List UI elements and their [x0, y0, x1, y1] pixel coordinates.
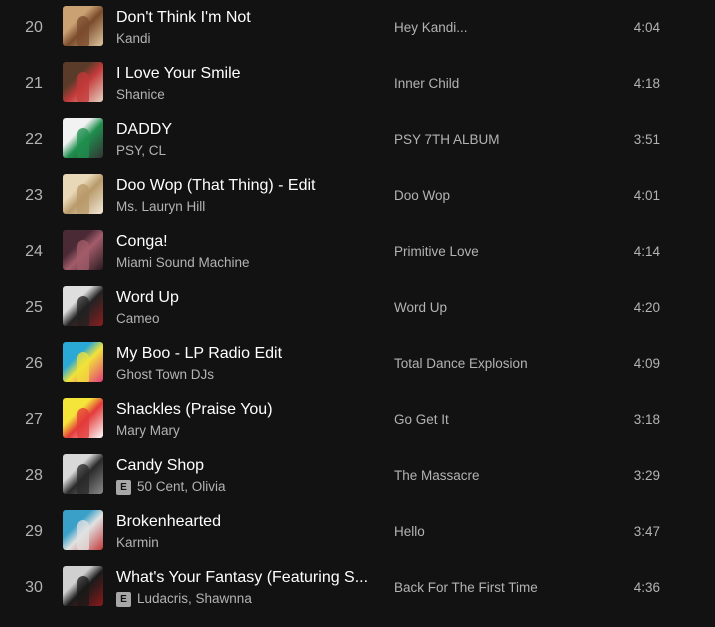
- track-album[interactable]: Go Get It: [394, 392, 594, 448]
- track-row[interactable]: 21 I Love Your Smile Shanice Inner Child 4:1…: [0, 62, 715, 118]
- track-artists: Karmin: [116, 533, 371, 553]
- album-cover-mary-mary: [63, 398, 103, 438]
- track-number: 24: [25, 243, 43, 260]
- track-album[interactable]: Total Dance Explosion: [394, 336, 594, 392]
- track-title[interactable]: Doo Wop (That Thing) - Edit: [116, 175, 371, 197]
- track-duration: 3:51: [633, 132, 660, 147]
- track-title[interactable]: Candy Shop: [116, 455, 371, 477]
- track-album[interactable]: Hey Kandi...: [394, 0, 594, 56]
- track-number: 29: [25, 523, 43, 540]
- track-row[interactable]: 24 Conga! Miami Sound Machine Primitive Lov…: [0, 230, 715, 286]
- track-album[interactable]: The Massacre: [394, 448, 594, 504]
- track-title[interactable]: Word Up: [116, 287, 371, 309]
- track-artist-link[interactable]: PSY, CL: [116, 141, 166, 161]
- track-row[interactable]: 26 My Boo - LP Radio Edit Ghost Town DJs To…: [0, 342, 715, 398]
- track-title[interactable]: My Boo - LP Radio Edit: [116, 343, 371, 365]
- track-artist-link[interactable]: Ms. Lauryn Hill: [116, 197, 205, 217]
- track-duration: 3:18: [633, 412, 660, 427]
- track-row[interactable]: 25 Word Up Cameo Word Up 4:20: [0, 286, 715, 342]
- track-album[interactable]: Word Up: [394, 280, 594, 336]
- album-cover-50-cent: [63, 454, 103, 494]
- track-artists: E Ludacris, Shawnna: [116, 589, 371, 609]
- track-artist-link[interactable]: Mary Mary: [116, 421, 180, 441]
- album-cover-karmin: [63, 510, 103, 550]
- track-artist-link[interactable]: Ghost Town DJs: [116, 365, 214, 385]
- album-cover-shanice: [63, 62, 103, 102]
- track-number: 26: [25, 355, 43, 372]
- track-duration: 4:20: [633, 300, 660, 315]
- track-row[interactable]: 22 DADDY PSY, CL PSY 7TH ALBUM 3:51: [0, 118, 715, 174]
- track-row[interactable]: 20 Don't Think I'm Not Kandi Hey Kandi... 4:…: [0, 6, 715, 62]
- track-artists: Kandi: [116, 29, 371, 49]
- track-artist-link[interactable]: Shanice: [116, 85, 165, 105]
- track-number: 27: [25, 411, 43, 428]
- album-cover-ludacris: [63, 566, 103, 606]
- track-album[interactable]: PSY 7TH ALBUM: [394, 112, 594, 168]
- explicit-badge: E: [116, 591, 131, 607]
- tracklist: 20 Don't Think I'm Not Kandi Hey Kandi... 4:…: [0, 0, 715, 627]
- track-duration: 3:47: [633, 524, 660, 539]
- track-duration: 4:18: [633, 76, 660, 91]
- track-title[interactable]: Don't Think I'm Not: [116, 7, 371, 29]
- track-title[interactable]: What's Your Fantasy (Featuring S...: [116, 567, 371, 589]
- track-album[interactable]: Doo Wop: [394, 168, 594, 224]
- track-duration: 4:01: [633, 188, 660, 203]
- track-title[interactable]: I Love Your Smile: [116, 63, 371, 85]
- track-artists: PSY, CL: [116, 141, 371, 161]
- track-artists: E 50 Cent, Olivia: [116, 477, 371, 497]
- track-row[interactable]: 28 Candy Shop E 50 Cent, Olivia The Massacre…: [0, 454, 715, 510]
- track-album[interactable]: Primitive Love: [394, 224, 594, 280]
- track-number: 25: [25, 299, 43, 316]
- track-artists: Ms. Lauryn Hill: [116, 197, 371, 217]
- album-cover-total-dance-explosion: [63, 342, 103, 382]
- track-number: 28: [25, 467, 43, 484]
- track-title[interactable]: Brokenhearted: [116, 511, 371, 533]
- track-album[interactable]: Hello: [394, 504, 594, 560]
- track-number: 30: [25, 579, 43, 596]
- track-title[interactable]: Conga!: [116, 231, 371, 253]
- track-row[interactable]: 29 Brokenhearted Karmin Hello 3:47: [0, 510, 715, 566]
- track-artists: Ghost Town DJs: [116, 365, 371, 385]
- track-artist-link[interactable]: Kandi: [116, 29, 151, 49]
- track-duration: 4:04: [633, 20, 660, 35]
- explicit-badge: E: [116, 479, 131, 495]
- track-artist-link[interactable]: Miami Sound Machine: [116, 253, 250, 273]
- album-cover-cameo: [63, 286, 103, 326]
- track-duration: 4:36: [633, 580, 660, 595]
- track-artists: Shanice: [116, 85, 371, 105]
- album-cover-lauryn-hill: [63, 174, 103, 214]
- album-cover-miami-sound-machine: [63, 230, 103, 270]
- track-duration: 4:09: [633, 356, 660, 371]
- album-cover-psy: [63, 118, 103, 158]
- track-duration: 3:29: [633, 468, 660, 483]
- track-row[interactable]: 27 Shackles (Praise You) Mary Mary Go Get I…: [0, 398, 715, 454]
- album-cover-kandi: [63, 6, 103, 46]
- track-artist-link[interactable]: Karmin: [116, 533, 159, 553]
- track-album[interactable]: Inner Child: [394, 56, 594, 112]
- track-artists: Mary Mary: [116, 421, 371, 441]
- track-album[interactable]: Back For The First Time: [394, 560, 594, 616]
- track-artist-link[interactable]: Ludacris, Shawnna: [137, 589, 252, 609]
- track-artists: Miami Sound Machine: [116, 253, 371, 273]
- track-number: 22: [25, 131, 43, 148]
- track-row[interactable]: 23 Doo Wop (That Thing) - Edit Ms. Lauryn …: [0, 174, 715, 230]
- track-number: 21: [25, 75, 43, 92]
- track-title[interactable]: Shackles (Praise You): [116, 399, 371, 421]
- track-title[interactable]: DADDY: [116, 119, 371, 141]
- track-duration: 4:14: [633, 244, 660, 259]
- track-row[interactable]: 30 What's Your Fantasy (Featuring S... E Lu…: [0, 566, 715, 622]
- track-artist-link[interactable]: Cameo: [116, 309, 160, 329]
- track-number: 23: [25, 187, 43, 204]
- track-number: 20: [25, 19, 43, 36]
- track-artists: Cameo: [116, 309, 371, 329]
- track-artist-link[interactable]: 50 Cent, Olivia: [137, 477, 226, 497]
